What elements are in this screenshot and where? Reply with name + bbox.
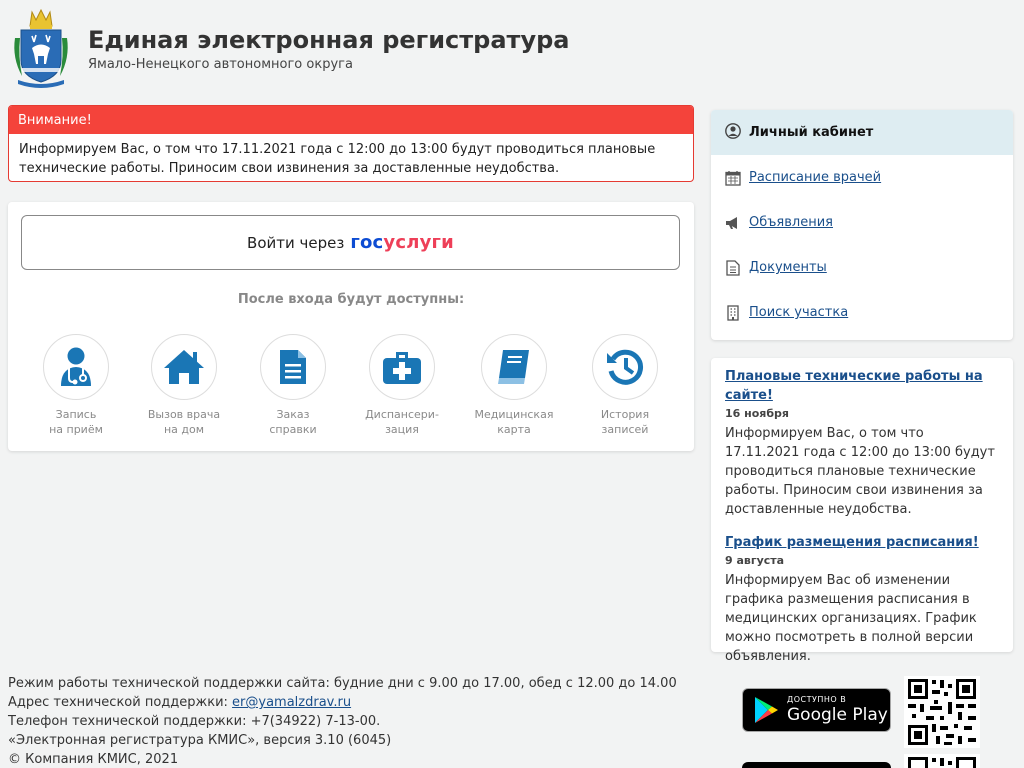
- maintenance-alert: Внимание! Информируем Вас, о том что 17.…: [8, 105, 694, 182]
- building-icon: [725, 304, 741, 321]
- available-features-label: После входа будут доступны:: [237, 292, 465, 307]
- house-icon: [151, 334, 217, 400]
- feature-label: Вызов врача на дом: [147, 408, 221, 436]
- login-card: Войти через госуслуги После входа будут …: [8, 202, 694, 451]
- site-header: Единая электронная регистратура Ямало-Не…: [10, 8, 710, 90]
- megaphone-icon: [725, 215, 741, 231]
- support-email-link[interactable]: er@yamalzdrav.ru: [232, 695, 351, 710]
- feature-label: Медицинская карта: [474, 408, 554, 436]
- news-title-link[interactable]: График размещения расписания!: [725, 533, 999, 552]
- user-circle-icon: [725, 122, 741, 143]
- cabinet-item-label: Расписание врачей: [749, 170, 882, 185]
- news-item: Плановые технические работы на сайте! 16…: [725, 367, 999, 519]
- feature-label: Заказ справки: [269, 408, 317, 436]
- google-play-big-text: Google Play: [787, 705, 888, 725]
- book-icon: [481, 334, 547, 400]
- feature-certificate[interactable]: Заказ справки: [238, 334, 348, 437]
- document-icon: [260, 334, 326, 400]
- site-title: Единая электронная регистратура: [88, 26, 570, 54]
- cabinet-item-label: Документы: [749, 260, 827, 275]
- cabinet-item-documents[interactable]: Документы: [711, 245, 1013, 290]
- google-play-small-text: ДОСТУПНО В: [787, 695, 847, 704]
- history-icon: [592, 334, 658, 400]
- support-email-line: Адрес технической поддержки: er@yamalzdr…: [8, 695, 352, 710]
- coat-of-arms-logo[interactable]: [10, 8, 72, 88]
- alert-heading: Внимание!: [9, 106, 693, 134]
- news-title-link[interactable]: Плановые технические работы на сайте!: [725, 367, 999, 405]
- feature-medical-card[interactable]: Медицинская карта: [459, 334, 569, 437]
- news-date: 16 ноября: [725, 407, 789, 420]
- personal-cabinet-title: Личный кабинет: [749, 125, 874, 140]
- calendar-icon: [725, 170, 741, 186]
- news-panel: Плановые технические работы на сайте! 16…: [711, 358, 1013, 664]
- personal-cabinet-header[interactable]: Личный кабинет: [711, 110, 1013, 155]
- feature-label: Диспансери- зация: [365, 408, 439, 436]
- medkit-icon: [369, 334, 435, 400]
- support-phone: Телефон технической поддержки: +7(34922)…: [8, 714, 381, 729]
- google-play-icon: [755, 697, 778, 723]
- document-icon: [725, 259, 741, 276]
- news-text: Информируем Вас, о том что 17.11.2021 го…: [725, 426, 995, 517]
- feature-history[interactable]: История записей: [570, 334, 680, 437]
- cabinet-item-announcements[interactable]: Объявления: [711, 200, 1013, 245]
- doctor-icon: [43, 334, 109, 400]
- cabinet-item-label: Объявления: [749, 215, 833, 230]
- app-store-badge[interactable]: [742, 762, 891, 768]
- personal-cabinet-panel: Личный кабинет Расписание врачей Объявле…: [711, 110, 1013, 340]
- qr-code-android: [904, 676, 980, 748]
- support-hours: Режим работы технической поддержки сайта…: [8, 676, 677, 691]
- copyright: © Компания КМИС, 2021: [8, 752, 179, 767]
- news-date: 9 августа: [725, 554, 785, 567]
- feature-appointment[interactable]: Запись на приём: [21, 334, 131, 437]
- cabinet-item-schedule[interactable]: Расписание врачей: [711, 155, 1013, 200]
- footer: Режим работы технической поддержки сайта…: [8, 674, 677, 768]
- gosuslugi-logo: госуслуги: [350, 232, 454, 253]
- qr-code-ios: [904, 754, 980, 768]
- version-info: «Электронная регистратура КМИС», версия …: [8, 733, 392, 748]
- login-button-label: Войти через: [247, 233, 345, 252]
- feature-dispensary[interactable]: Диспансери- зация: [347, 334, 457, 437]
- cabinet-item-label: Поиск участка: [749, 305, 849, 320]
- site-subtitle: Ямало-Ненецкого автономного округа: [88, 57, 353, 72]
- news-item: График размещения расписания! 9 августа …: [725, 533, 999, 666]
- feature-label: История записей: [600, 408, 650, 436]
- alert-text: Информируем Вас, о том что 17.11.2021 го…: [19, 142, 656, 176]
- feature-home-visit[interactable]: Вызов врача на дом: [129, 334, 239, 437]
- news-text: Информируем Вас об изменении графика раз…: [725, 573, 977, 664]
- google-play-badge[interactable]: ДОСТУПНО В Google Play: [742, 688, 891, 732]
- cabinet-item-district-search[interactable]: Поиск участка: [711, 290, 1013, 335]
- gosuslugi-login-button[interactable]: Войти через госуслуги: [21, 215, 680, 270]
- feature-label: Запись на приём: [49, 408, 103, 436]
